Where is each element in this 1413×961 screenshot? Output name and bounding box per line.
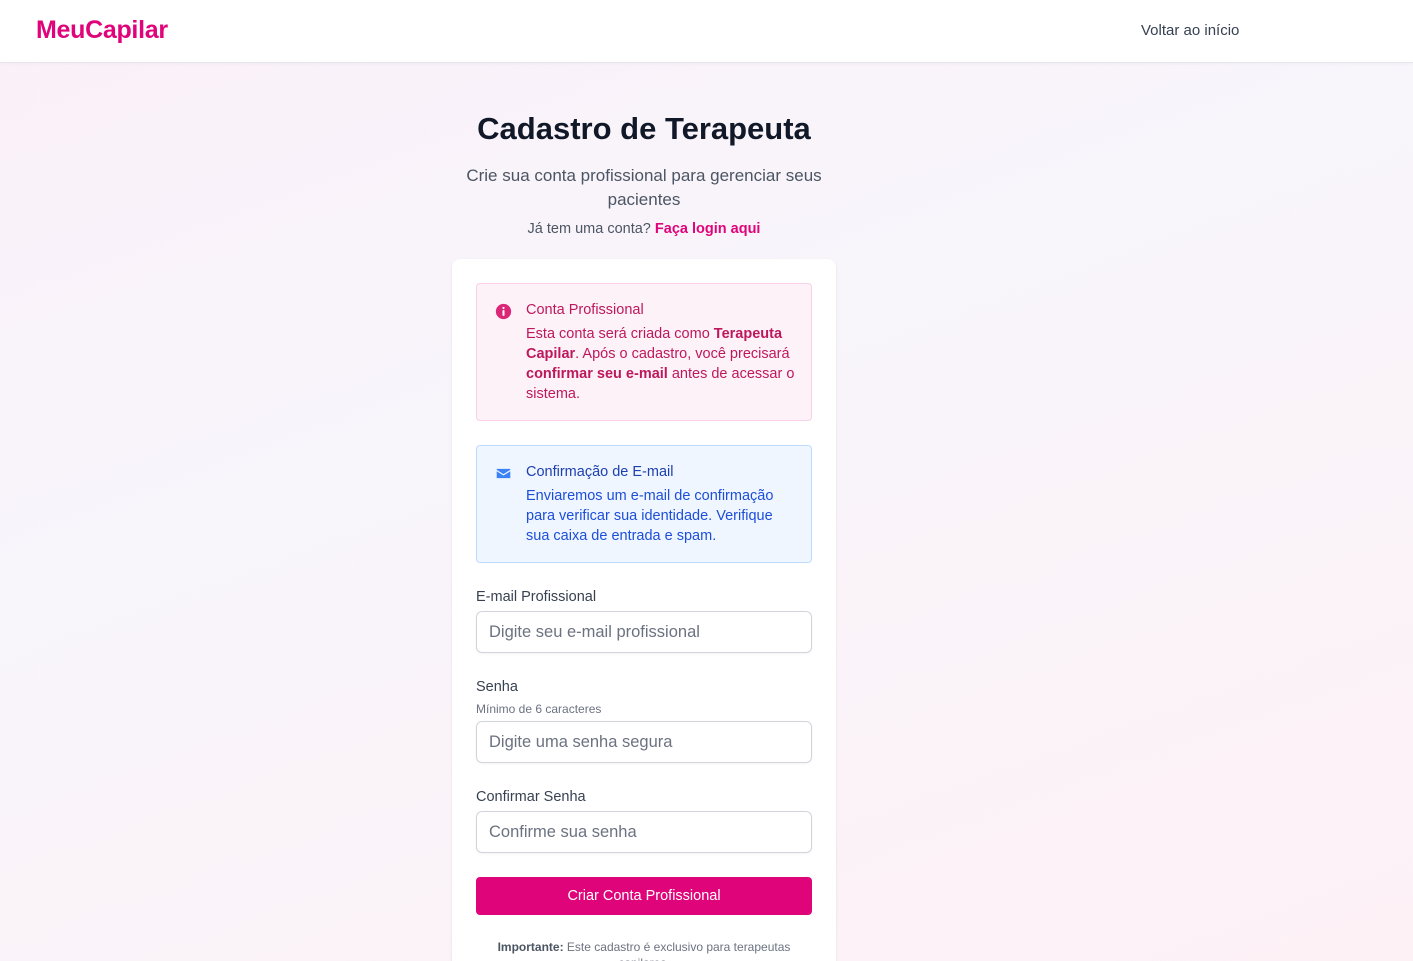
page-intro: Cadastro de Terapeuta Crie sua conta pro… — [452, 108, 836, 241]
info-icon — [495, 303, 512, 320]
brand-logo[interactable]: MeuCapilar — [36, 16, 168, 45]
email-field[interactable] — [476, 611, 812, 653]
professional-account-notice: Conta Profissional Esta conta será criad… — [476, 283, 812, 421]
envelope-icon — [496, 468, 511, 479]
page-subtitle: Crie sua conta profissional para gerenci… — [466, 166, 822, 209]
important-note: Importante: Este cadastro é exclusivo pa… — [476, 939, 812, 961]
back-to-home-link[interactable]: Voltar ao início — [1141, 22, 1239, 39]
email-notice-text: Enviaremos um e-mail de confirmação para… — [526, 488, 774, 544]
confirm-password-field[interactable] — [476, 811, 812, 853]
create-account-button[interactable]: Criar Conta Profissional — [476, 877, 812, 915]
confirm-password-label: Confirmar Senha — [476, 789, 586, 805]
login-prompt-text: Já tem uma conta? — [527, 221, 651, 237]
professional-notice-confirm: confirmar seu e-mail — [526, 366, 668, 382]
important-note-label: Importante: — [497, 940, 564, 954]
email-notice-title: Confirmação de E-mail — [526, 464, 674, 480]
password-label: Senha — [476, 679, 518, 695]
professional-notice-text-part: Esta conta será criada como — [526, 326, 714, 342]
password-hint: Mínimo de 6 caracteres — [476, 702, 602, 716]
login-link[interactable]: Faça login aqui — [655, 221, 761, 237]
professional-notice-title: Conta Profissional — [526, 302, 644, 318]
email-label: E-mail Profissional — [476, 589, 597, 605]
signup-card: Conta Profissional Esta conta será criad… — [452, 259, 836, 961]
professional-notice-text: Esta conta será criada como Terapeuta Ca… — [526, 324, 795, 404]
login-prompt-line: Já tem uma conta? Faça login aqui — [452, 217, 836, 241]
professional-notice-text-part: . Após o cadastro, você precisará — [575, 346, 790, 362]
email-confirmation-notice: Confirmação de E-mail Enviaremos um e-ma… — [476, 445, 812, 563]
password-field[interactable] — [476, 721, 812, 763]
page-title: Cadastro de Terapeuta — [477, 111, 811, 146]
important-note-text: Este cadastro é exclusivo para terapeuta… — [566, 940, 791, 961]
top-navbar: MeuCapilar Voltar ao início — [0, 0, 1413, 63]
